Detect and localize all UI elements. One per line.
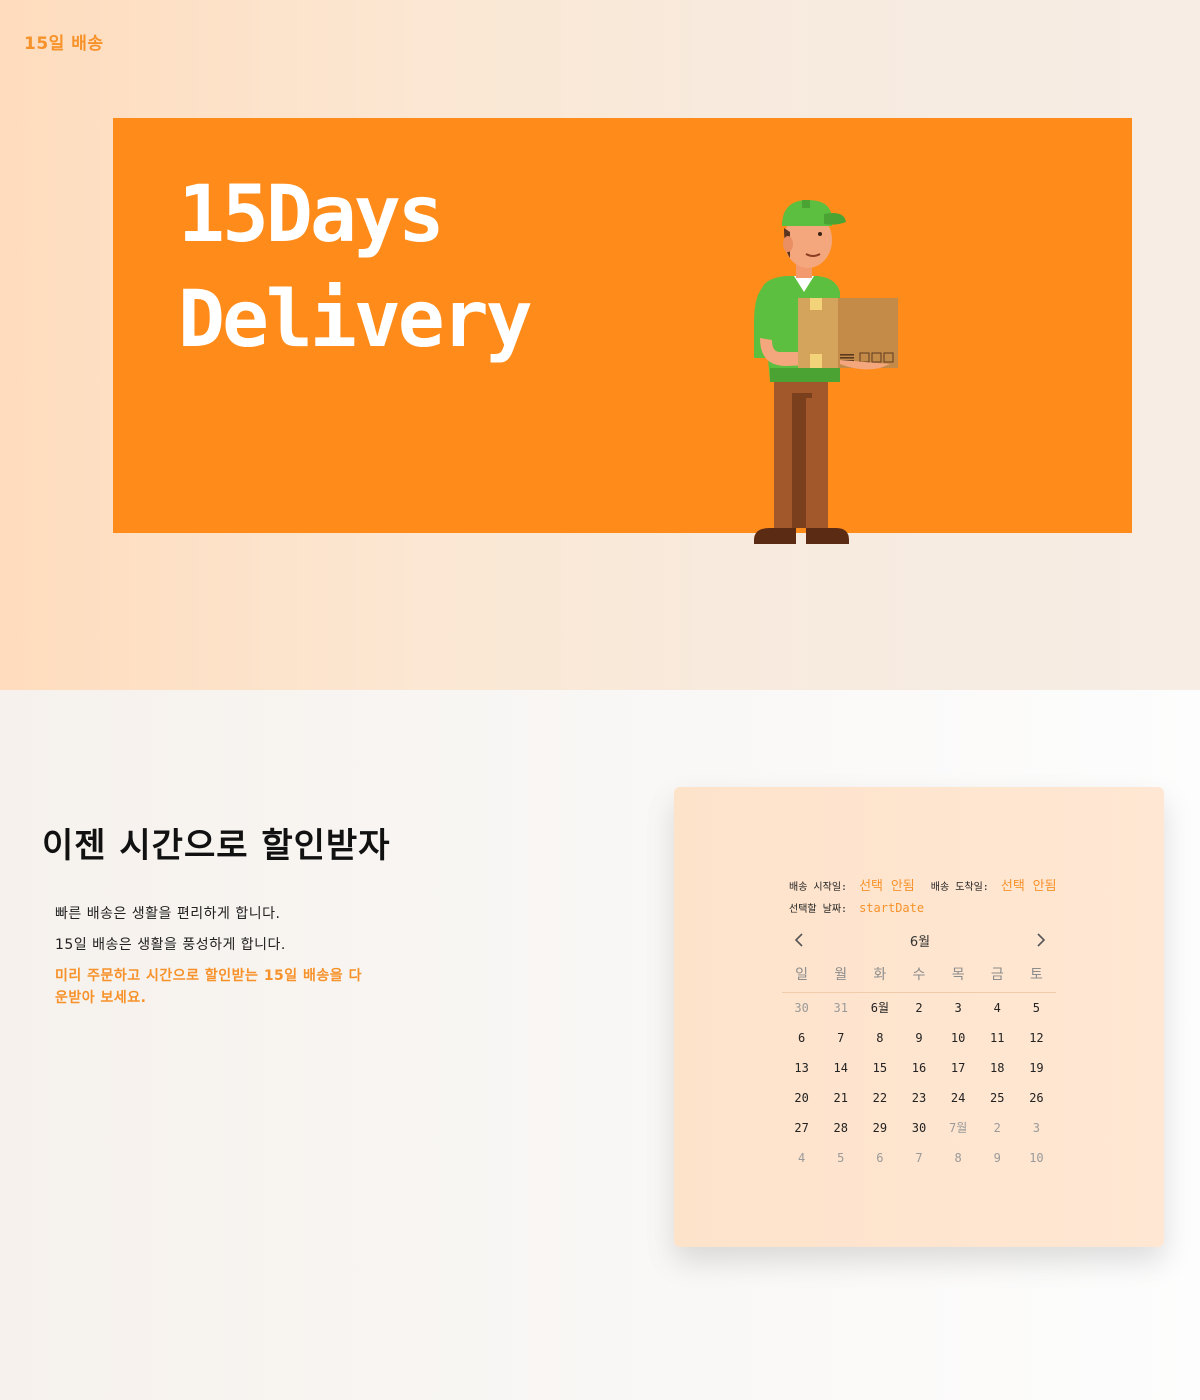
calendar-day[interactable]: 8	[860, 1023, 899, 1053]
calendar-day[interactable]: 11	[978, 1023, 1017, 1053]
weekday-fri: 금	[990, 967, 1004, 983]
weekday-sun: 일	[795, 967, 809, 983]
end-date-value: 선택 안됨	[1000, 879, 1057, 894]
promo-banner: 15Days Delivery	[113, 118, 1132, 533]
selecting-value: startDate	[859, 901, 925, 915]
calendar-day[interactable]: 23	[899, 1083, 938, 1113]
banner-title: 15Days Delivery	[178, 163, 533, 373]
calendar-day[interactable]: 6월	[860, 993, 899, 1023]
intro-line-2: 15일 배송은 생활을 풍성하게 합니다.	[55, 937, 286, 953]
weekday-tue: 화	[873, 967, 887, 983]
intro-highlight: 미리 주문하고 시간으로 할인받는 15일 배송을 다운받아 보세요.	[55, 968, 362, 1006]
next-month-button[interactable]	[1028, 927, 1054, 953]
page-headline: 이젠 시간으로 할인받자	[42, 826, 391, 866]
intro-line-1: 빠른 배송은 생활을 편리하게 합니다.	[55, 906, 281, 922]
page: 15일 배송 15Days Delivery 이젠 시간으로 할인받자 빠른 배…	[0, 0, 1200, 1400]
calendar-day[interactable]: 10	[939, 1023, 978, 1053]
calendar-day[interactable]: 17	[939, 1053, 978, 1083]
start-date-value: 선택 안됨	[859, 879, 915, 894]
calendar-day[interactable]: 15	[860, 1053, 899, 1083]
calendar-day[interactable]: 28	[821, 1113, 860, 1143]
weekday-wed: 수	[912, 967, 926, 983]
calendar-day[interactable]: 2	[899, 993, 938, 1023]
weekday-thu: 목	[951, 967, 965, 983]
selecting-label: 선택할 날짜:	[789, 904, 848, 915]
hero-section: 15일 배송 15Days Delivery	[0, 0, 1200, 690]
calendar-day[interactable]: 7	[899, 1143, 938, 1173]
calendar-day[interactable]: 27	[782, 1113, 821, 1143]
calendar-day[interactable]: 31	[821, 993, 860, 1023]
calendar-navigation: 6월	[782, 927, 1058, 953]
calendar-day[interactable]: 3	[1017, 1113, 1056, 1143]
end-date-label: 배송 도착일:	[930, 882, 989, 893]
calendar-day[interactable]: 16	[899, 1053, 938, 1083]
calendar-day[interactable]: 9	[978, 1143, 1017, 1173]
logo[interactable]: 15일 배송	[24, 29, 104, 54]
calendar-days-grid: 30 31 6월 2 3 4 5 6 7 8 9 10 11 12 13 14 15 16 17 18 19 20 21 22…	[782, 993, 1056, 1173]
calendar-day[interactable]: 7월	[939, 1113, 978, 1143]
calendar-day[interactable]: 6	[782, 1023, 821, 1053]
delivery-dates-summary: 배송 시작일: 선택 안됨 배송 도착일: 선택 안됨	[789, 875, 1067, 894]
calendar-day[interactable]: 10	[1017, 1143, 1056, 1173]
calendar-day[interactable]: 20	[782, 1083, 821, 1113]
calendar-day[interactable]: 25	[978, 1083, 1017, 1113]
calendar-day[interactable]: 8	[939, 1143, 978, 1173]
weekday-header: 일 월 화 수 목 금 토	[782, 962, 1056, 993]
calendar-day[interactable]: 13	[782, 1053, 821, 1083]
calendar-day[interactable]: 19	[1017, 1053, 1056, 1083]
calendar-day[interactable]: 30	[899, 1113, 938, 1143]
calendar-day[interactable]: 3	[939, 993, 978, 1023]
calendar-card: 배송 시작일: 선택 안됨 배송 도착일: 선택 안됨 선택할 날짜: star…	[674, 787, 1164, 1247]
calendar-day[interactable]: 7	[821, 1023, 860, 1053]
chevron-right-icon	[1037, 933, 1046, 947]
calendar-day[interactable]: 18	[978, 1053, 1017, 1083]
weekday-mon: 월	[834, 967, 848, 983]
calendar-day[interactable]: 2	[978, 1113, 1017, 1143]
start-date-label: 배송 시작일:	[789, 882, 848, 893]
intro-section: 이젠 시간으로 할인받자 빠른 배송은 생활을 편리하게 합니다. 15일 배송…	[0, 690, 1200, 1400]
calendar-day[interactable]: 5	[1017, 993, 1056, 1023]
calendar-day[interactable]: 30	[782, 993, 821, 1023]
calendar-day[interactable]: 4	[782, 1143, 821, 1173]
calendar-day[interactable]: 6	[860, 1143, 899, 1173]
current-month-label: 6월	[909, 935, 931, 950]
calendar-day[interactable]: 21	[821, 1083, 860, 1113]
calendar-day[interactable]: 26	[1017, 1083, 1056, 1113]
calendar-day[interactable]: 12	[1017, 1023, 1056, 1053]
calendar-day[interactable]: 5	[821, 1143, 860, 1173]
calendar-day[interactable]: 14	[821, 1053, 860, 1083]
calendar-day[interactable]: 24	[939, 1083, 978, 1113]
banner-title-line1: 15Days	[178, 170, 445, 260]
calendar-day[interactable]: 29	[860, 1113, 899, 1143]
delivery-courier-illustration	[754, 200, 898, 544]
weekday-sat: 토	[1029, 967, 1043, 983]
calendar-day[interactable]: 22	[860, 1083, 899, 1113]
calendar-day[interactable]: 9	[899, 1023, 938, 1053]
selection-mode-summary: 선택할 날짜: startDate	[789, 900, 934, 915]
calendar-day[interactable]: 4	[978, 993, 1017, 1023]
banner-title-line2: Delivery	[178, 275, 533, 365]
